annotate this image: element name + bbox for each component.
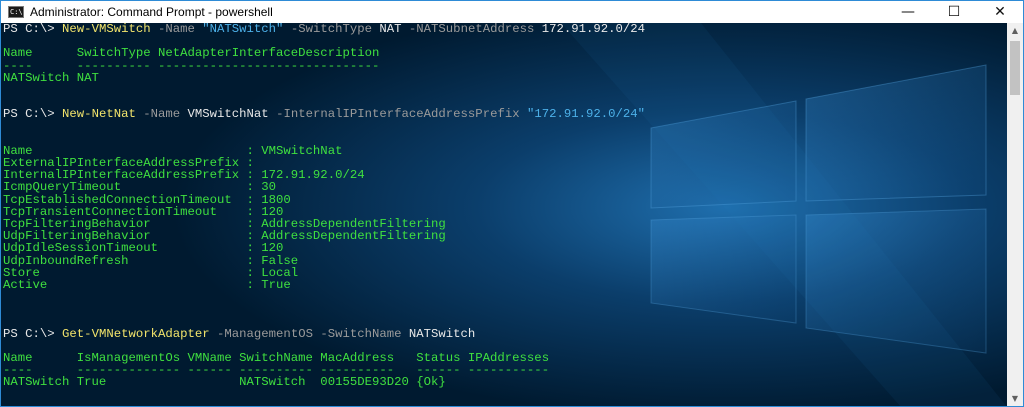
console-text-prompt: PS C:\> xyxy=(3,23,63,36)
console-text-out: NATSwitch True NATSwitch 00155DE93D20 {O… xyxy=(3,375,446,390)
console-line: PS C:\> Get-VMNetworkAdapter -Management… xyxy=(3,328,645,340)
console-text-param: -NATSubnetAddress xyxy=(401,23,542,36)
console-line: PS C:\> New-NetNat -Name VMSwitchNat -In… xyxy=(3,108,645,120)
scroll-up-arrow-icon[interactable]: ▲ xyxy=(1007,23,1023,39)
console-text-param: -InternalIPInterfaceAddressPrefix xyxy=(268,107,527,122)
console-text-param: -Name xyxy=(135,107,188,122)
console-text-arg: NAT xyxy=(379,23,402,36)
console-text-cmd: New-NetNat xyxy=(62,107,136,122)
console-text-param: -ManagementOS -SwitchName xyxy=(209,326,409,341)
console-text-out: NATSwitch NAT xyxy=(3,70,99,85)
console-text-arg: VMSwitchNat xyxy=(187,107,269,122)
scrollbar-thumb[interactable] xyxy=(1010,41,1020,95)
console-output: PS C:\> New-VMSwitch -Name "NATSwitch" -… xyxy=(3,23,645,389)
scroll-down-arrow-icon[interactable]: ▼ xyxy=(1007,391,1023,406)
console-text-prompt: PS C:\> xyxy=(3,326,63,341)
console-text-cmd: New-VMSwitch xyxy=(62,23,151,36)
close-button[interactable]: ✕ xyxy=(977,1,1023,23)
console-area[interactable]: PS C:\> New-VMSwitch -Name "NATSwitch" -… xyxy=(1,23,1007,406)
console-text-arg: 172.91.92.0/24 xyxy=(541,23,646,36)
console-text-param: -Name xyxy=(150,23,203,36)
console-line: NATSwitch True NATSwitch 00155DE93D20 {O… xyxy=(3,376,645,388)
console-text-arg: NATSwitch xyxy=(408,326,476,341)
console-text-cmd: Get-VMNetworkAdapter xyxy=(62,326,210,341)
console-line: ---- ---------- ------------------------… xyxy=(3,59,645,72)
command-prompt-icon: C:\ xyxy=(8,6,24,18)
vertical-scrollbar[interactable]: ▲ ▼ xyxy=(1007,23,1023,406)
console-text-prompt: PS C:\> xyxy=(3,107,63,122)
console-line: NATSwitch NAT xyxy=(3,72,645,84)
maximize-button[interactable]: ☐ xyxy=(931,1,977,23)
console-text-param: -SwitchType xyxy=(283,23,380,36)
console-text-str: "172.91.92.0/24" xyxy=(526,107,646,122)
title-bar[interactable]: C:\ Administrator: Command Prompt - powe… xyxy=(1,1,1023,23)
console-text-out: Active : True xyxy=(3,277,291,292)
window-title: Administrator: Command Prompt - powershe… xyxy=(30,5,273,19)
console-window: C:\ Administrator: Command Prompt - powe… xyxy=(0,0,1024,407)
console-line: PS C:\> New-VMSwitch -Name "NATSwitch" -… xyxy=(3,23,645,35)
console-text-str: "NATSwitch" xyxy=(202,23,284,36)
console-line: Active : True xyxy=(3,279,645,291)
minimize-button[interactable]: — xyxy=(885,1,931,23)
